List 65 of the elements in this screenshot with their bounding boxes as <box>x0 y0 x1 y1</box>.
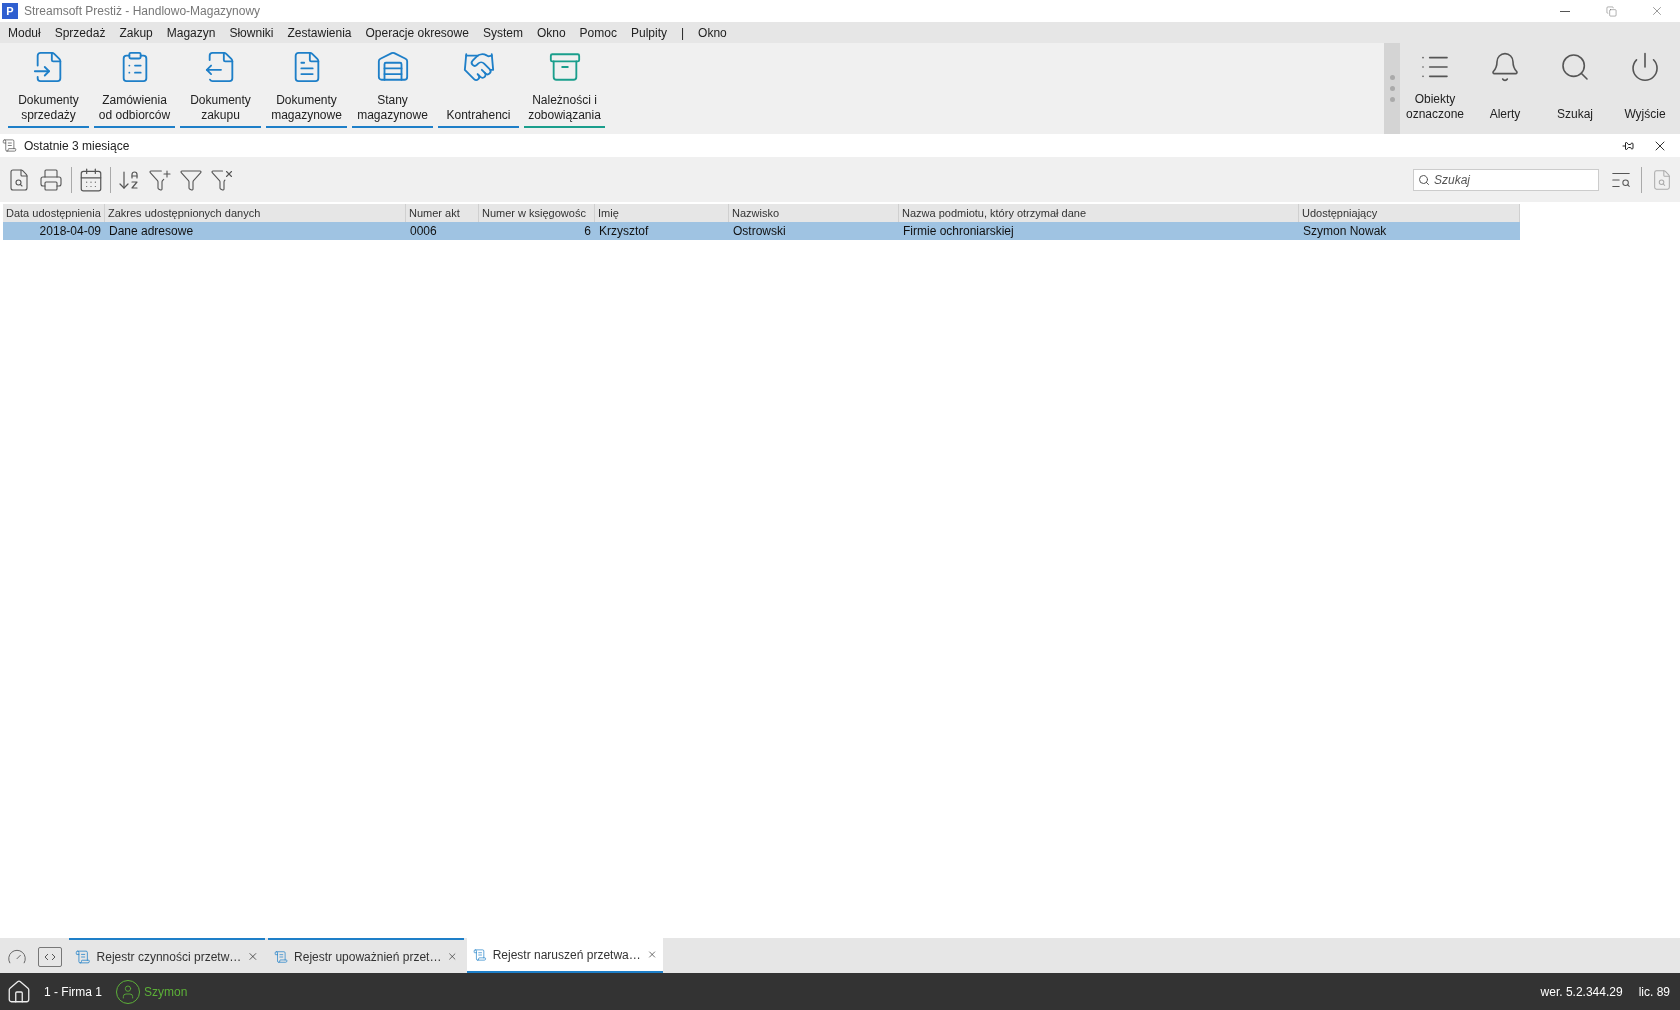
window-title: Streamsoft Prestiż - Handlowo-Magazynowy <box>24 3 261 20</box>
bell-icon <box>1489 51 1521 83</box>
drag-handle[interactable] <box>1384 43 1400 134</box>
table-cell-text: Krzysztof <box>598 223 650 240</box>
license-label: lic. 89 <box>1638 983 1670 1001</box>
ribbon-button[interactable]: Należności i zobowiązania <box>524 46 605 128</box>
app-logo: P <box>2 3 18 19</box>
menu-item[interactable]: Pulpity <box>630 23 667 42</box>
search-icon <box>1559 51 1591 83</box>
ribbon-button[interactable]: Zamówienia od odbiorców <box>94 46 175 128</box>
arrows-icon <box>44 953 56 961</box>
pin-icon[interactable] <box>1622 139 1634 152</box>
ribbon-button[interactable]: Szukaj <box>1540 43 1610 134</box>
search-field[interactable]: Szukaj <box>1413 168 1599 191</box>
menu-item[interactable]: Zestawienia <box>287 23 352 42</box>
filter-icon <box>178 167 203 192</box>
ribbon-button[interactable]: Wyjście <box>1610 43 1680 134</box>
calendar-icon <box>78 166 104 193</box>
document-search-icon <box>1651 168 1673 191</box>
table-cell-text: 0006 <box>409 223 438 240</box>
funnel-x-icon <box>209 167 234 192</box>
table-cell-text: Firmie ochroniarskiej <box>902 223 1015 240</box>
funnel-plus-icon <box>147 167 172 192</box>
ribbon-button[interactable]: Dokumenty sprzedaży <box>8 46 89 128</box>
handshake-icon <box>461 50 496 84</box>
user-label: Szymon <box>144 983 188 1001</box>
document-icon <box>2 138 17 153</box>
ribbon-button[interactable]: Alerty <box>1470 43 1540 134</box>
warehouse-icon <box>375 50 410 84</box>
menu-item[interactable]: Magazyn <box>166 23 216 42</box>
menu-item[interactable]: Moduł <box>8 23 41 42</box>
document-tab[interactable]: Rejestr naruszeń przetwa… <box>467 938 663 973</box>
ribbon-button[interactable]: Obiekty oznaczone <box>1400 43 1470 134</box>
minimize-icon <box>1560 10 1570 12</box>
ribbon-button[interactable]: Dokumenty magazynowe <box>266 46 347 128</box>
chest-icon <box>547 50 582 84</box>
restore-icon <box>1605 5 1617 17</box>
version-label: wer. 5.2.344.29 <box>1540 983 1623 1001</box>
menu-item[interactable]: Operacje okresowe <box>365 23 469 42</box>
menu-separator: | <box>681 24 685 42</box>
table-cell-text: Dane adresowe <box>108 223 195 240</box>
menu-item[interactable]: Zakup <box>119 23 153 42</box>
table-row[interactable]: 2018-04-09 Dane adresowe 0006 6 Krzysztof Ostrowski Firmie ochroniarskiej Szymon Nowak <box>3 222 1520 240</box>
ribbon-button[interactable]: Stany magazynowe <box>352 46 433 128</box>
table-cell-text: 2018-04-09 <box>38 223 102 240</box>
document-search-icon <box>7 167 31 192</box>
table-cell-text: 6 <box>583 223 592 240</box>
print-icon <box>39 167 63 192</box>
search-icon <box>1418 173 1430 186</box>
navigation-button[interactable] <box>38 947 62 967</box>
home-icon[interactable] <box>6 978 32 1005</box>
menu-item[interactable]: Okno <box>536 23 566 42</box>
menu-item[interactable]: Okno <box>698 23 727 42</box>
menu-item[interactable]: System <box>482 23 523 42</box>
company-label: 1 - Firma 1 <box>44 983 102 1001</box>
ribbon-button[interactable]: Dokumenty zakupu <box>180 46 261 128</box>
panel-title: Ostatnie 3 miesiące <box>24 137 130 155</box>
ribbon-button[interactable]: Kontrahenci <box>438 46 519 128</box>
menu-item[interactable]: Pomoc <box>579 23 617 42</box>
table-cell-text: Ostrowski <box>732 223 787 240</box>
table-cell-text: Szymon Nowak <box>1302 223 1388 240</box>
menu-item[interactable]: Słowniki <box>229 23 274 42</box>
menu-item[interactable]: Sprzedaż <box>54 23 106 42</box>
power-icon <box>1629 51 1661 83</box>
close-icon <box>1650 4 1664 18</box>
